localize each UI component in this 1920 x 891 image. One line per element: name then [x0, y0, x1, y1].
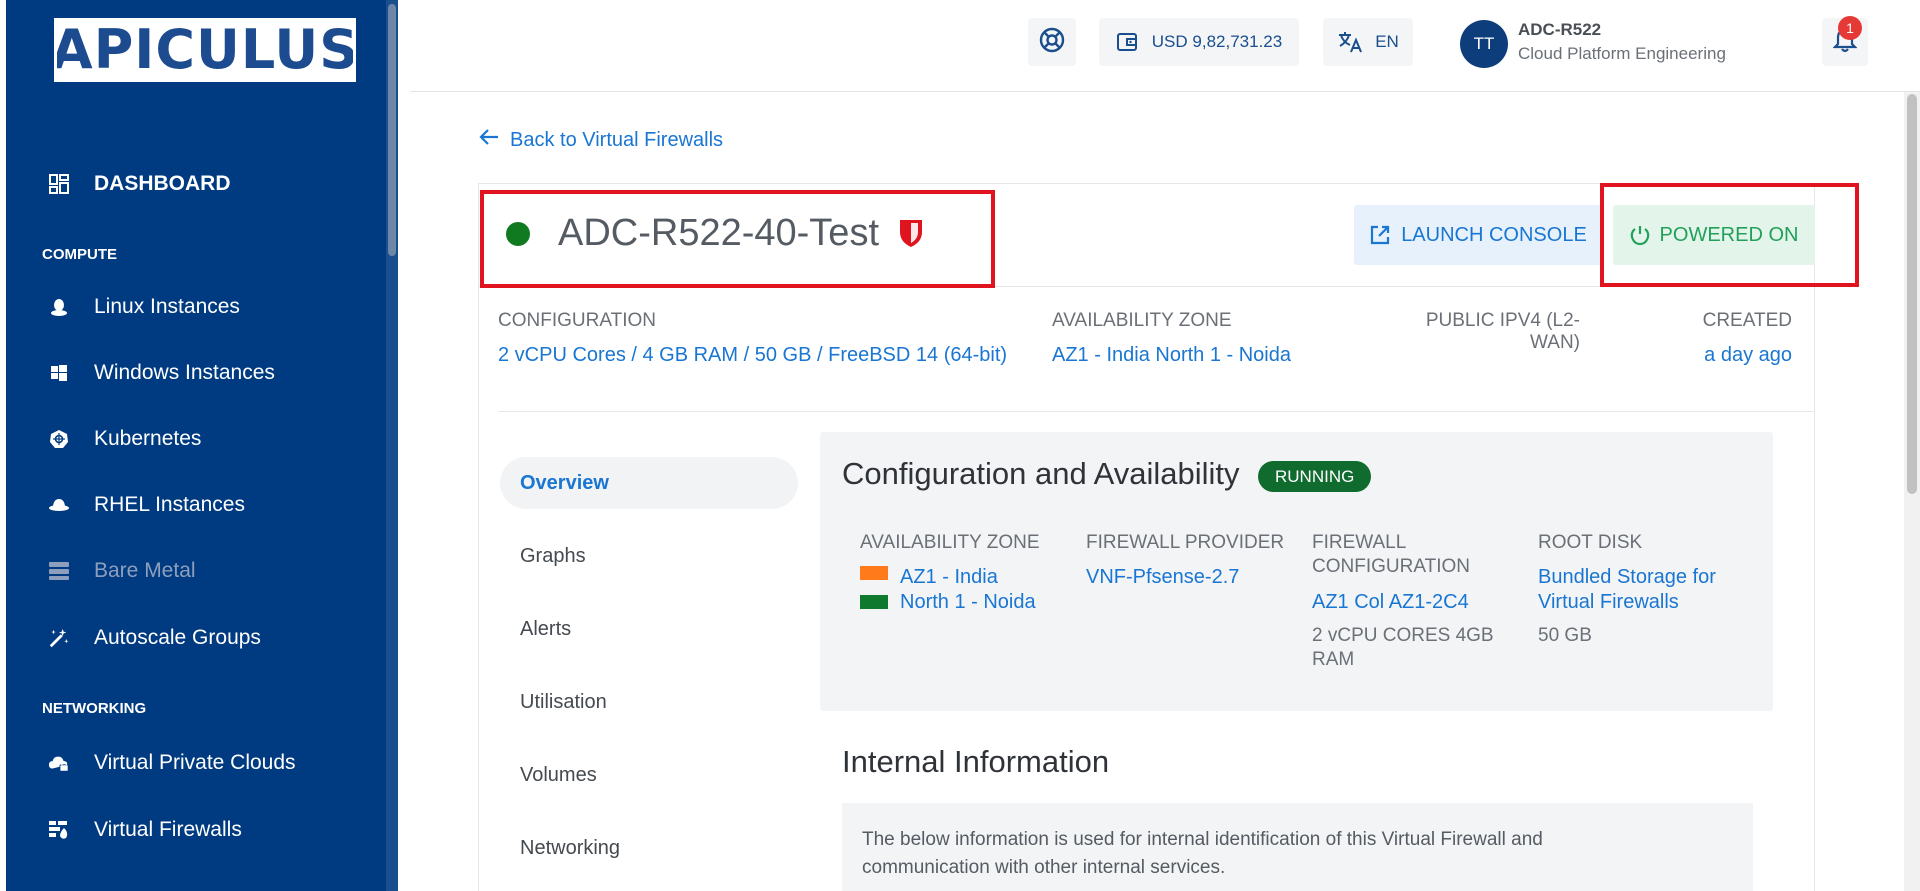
firewall-configuration-spec-line1: 2 vCPU CORES 4GB — [1312, 625, 1494, 646]
wallet-balance-button[interactable]: USD 9,82,731.23 — [1099, 18, 1299, 66]
status-badge: RUNNING — [1258, 461, 1372, 492]
sidebar-item-label: DASHBOARD — [94, 172, 231, 195]
firewall-configuration-label-line2: CONFIGURATION — [1312, 556, 1470, 577]
root-disk-label: ROOT DISK — [1538, 532, 1643, 553]
apiculus-logo: APICULUS — [57, 21, 353, 79]
magic-wand-icon — [48, 627, 70, 649]
sidebar-item-label: Windows Instances — [94, 361, 275, 384]
internal-text-line1: The below information is used for intern… — [862, 829, 1543, 850]
sidebar-item-autoscale-groups[interactable]: Autoscale Groups — [48, 618, 261, 658]
avatar[interactable]: TT — [1460, 20, 1508, 68]
internal-text-line2: communication with other internal servic… — [862, 857, 1226, 878]
sidebar-item-virtual-firewalls[interactable]: Virtual Firewalls — [48, 810, 242, 850]
sidebar-item-label: RHEL Instances — [94, 493, 245, 516]
internal-information-text: The below information is used for intern… — [862, 826, 1722, 882]
sidebar-item-label: Virtual Private Clouds — [94, 751, 296, 774]
dashboard-icon — [48, 173, 70, 195]
notification-count-badge: 1 — [1838, 16, 1862, 40]
firewall-configuration-value[interactable]: AZ1 Col AZ1-2C4 — [1312, 590, 1469, 614]
root-disk-size: 50 GB — [1538, 625, 1592, 646]
sidebar-item-label: Linux Instances — [94, 295, 240, 318]
topbar: USD 9,82,731.23 EN TT ADC-R522 Cloud Pla… — [410, 0, 1920, 92]
cloud-lock-icon — [48, 752, 70, 774]
section-compute: COMPUTE — [42, 246, 117, 263]
root-disk-value-line1[interactable]: Bundled Storage for — [1538, 565, 1716, 589]
tab-volumes[interactable]: Volumes — [500, 749, 798, 801]
server-icon — [48, 560, 70, 582]
back-to-virtual-firewalls-link[interactable]: Back to Virtual Firewalls — [478, 126, 723, 154]
tab-graphs[interactable]: Graphs — [500, 530, 798, 582]
sidebar-scrollbar[interactable] — [386, 0, 398, 891]
tab-alerts[interactable]: Alerts — [500, 603, 798, 655]
wallet-icon — [1116, 31, 1138, 53]
lifebuoy-icon — [1039, 27, 1065, 58]
launch-console-button[interactable]: LAUNCH CONSOLE — [1354, 205, 1602, 265]
user-name[interactable]: ADC-R522 — [1518, 20, 1601, 40]
sidebar-item-label: Autoscale Groups — [94, 626, 261, 649]
india-flag-icon — [860, 566, 888, 580]
main-scrollbar[interactable] — [1904, 92, 1920, 891]
translate-icon — [1337, 30, 1363, 54]
sidebar-item-label: Kubernetes — [94, 427, 202, 450]
configuration-value[interactable]: 2 vCPU Cores / 4 GB RAM / 50 GB / FreeBS… — [498, 344, 1007, 367]
launch-console-label: LAUNCH CONSOLE — [1401, 223, 1587, 246]
sidebar-item-windows-instances[interactable]: Windows Instances — [48, 353, 275, 393]
india-flag-icon-lower — [860, 595, 888, 609]
back-link-label: Back to Virtual Firewalls — [510, 128, 724, 151]
linux-icon — [48, 296, 70, 318]
wallet-balance: USD 9,82,731.23 — [1151, 32, 1283, 51]
created-label: CREATED — [1702, 310, 1792, 331]
public-ipv4-label: PUBLIC IPV4 (L2- WAN) — [1380, 310, 1580, 354]
power-highlight-box — [1600, 183, 1859, 287]
firewall-configuration-spec-line2: RAM — [1312, 649, 1355, 670]
internal-information-title: Internal Information — [842, 744, 1110, 779]
firewall-configuration-label-line1: FIREWALL — [1312, 532, 1407, 553]
arrow-left-icon — [478, 126, 500, 154]
main-scroll-thumb[interactable] — [1907, 94, 1917, 494]
firewall-provider-label: FIREWALL PROVIDER — [1086, 532, 1285, 553]
language-button[interactable]: EN — [1323, 18, 1413, 66]
windows-icon — [48, 362, 70, 384]
sidebar-item-dashboard[interactable]: DASHBOARD — [48, 164, 231, 204]
public-ipv4-label-line1: PUBLIC IPV4 (L2- — [1425, 310, 1580, 331]
panel-az-value-line1[interactable]: AZ1 - India — [900, 565, 998, 589]
panel-az-value-line2[interactable]: North 1 - Noida — [900, 590, 1036, 614]
configuration-panel-title: Configuration and Availability — [842, 456, 1240, 491]
sidebar-item-label: Bare Metal — [94, 559, 196, 582]
sidebar-item-label: Virtual Firewalls — [94, 818, 242, 841]
language-code: EN — [1375, 32, 1399, 51]
created-value: a day ago — [1704, 344, 1792, 366]
svg-text:APICULUS: APICULUS — [57, 21, 353, 79]
panel-az-label: AVAILABILITY ZONE — [860, 532, 1040, 553]
section-networking: NETWORKING — [42, 700, 147, 717]
user-organization: Cloud Platform Engineering — [1518, 44, 1726, 63]
sidebar-item-virtual-private-clouds[interactable]: Virtual Private Clouds — [48, 743, 296, 783]
redhat-icon — [48, 494, 70, 516]
availability-zone-value[interactable]: AZ1 - India North 1 - Noida — [1052, 344, 1291, 367]
tab-utilisation[interactable]: Utilisation — [500, 676, 798, 728]
sidebar-scroll-thumb[interactable] — [388, 4, 396, 256]
availability-zone-label: AVAILABILITY ZONE — [1052, 310, 1232, 331]
sidebar-item-linux-instances[interactable]: Linux Instances — [48, 287, 240, 327]
support-button[interactable] — [1028, 18, 1076, 66]
root-disk-value-line2[interactable]: Virtual Firewalls — [1538, 590, 1679, 614]
sidebar-item-kubernetes[interactable]: Kubernetes — [48, 419, 201, 459]
firewall-icon — [48, 819, 70, 841]
external-link-icon — [1369, 224, 1391, 246]
tab-overview[interactable]: Overview — [500, 457, 798, 509]
sidebar-item-rhel-instances[interactable]: RHEL Instances — [48, 485, 245, 525]
title-highlight-box — [480, 190, 995, 288]
tab-networking[interactable]: Networking — [500, 822, 798, 874]
sidebar-item-bare-metal[interactable]: Bare Metal — [48, 551, 196, 591]
sidebar: APICULUS DASHBOARD COMPUTE Linux Instanc… — [6, 0, 398, 891]
kubernetes-icon — [48, 428, 70, 450]
firewall-provider-value[interactable]: VNF-Pfsense-2.7 — [1086, 565, 1239, 589]
meta-divider — [498, 411, 1814, 412]
configuration-label: CONFIGURATION — [498, 310, 656, 331]
public-ipv4-label-line2: WAN) — [1530, 332, 1580, 353]
logo[interactable]: APICULUS — [54, 18, 356, 82]
